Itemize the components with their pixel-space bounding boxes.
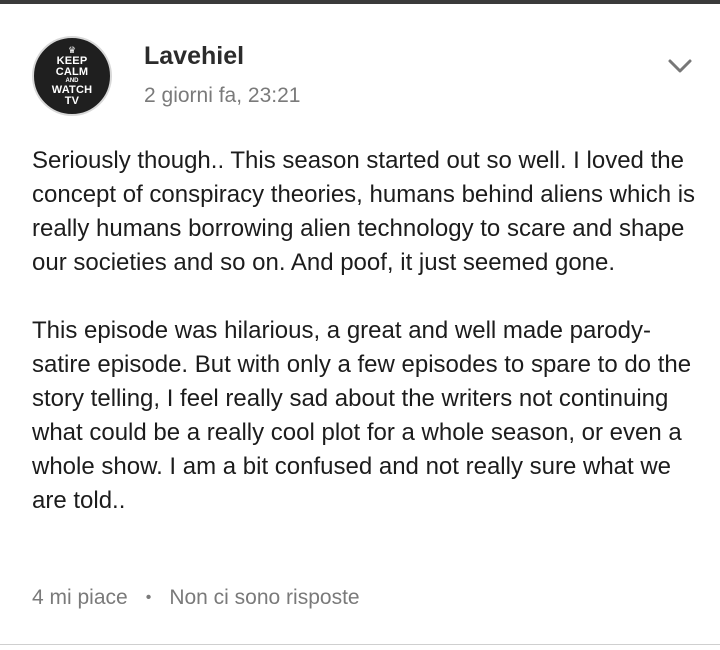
comment-body: Seriously though.. This season started o… (32, 144, 697, 518)
chevron-down-icon (668, 59, 692, 73)
separator-dot: • (145, 589, 152, 606)
avatar[interactable]: ♛ KEEP CALM AND WATCH TV (32, 36, 112, 116)
replies-link[interactable]: Non ci sono risposte (169, 586, 359, 610)
comment-paragraph: Seriously though.. This season started o… (32, 147, 696, 276)
comment-card: ♛ KEEP CALM AND WATCH TV Lavehiel 2 gior… (0, 4, 720, 644)
avatar-text-calm: CALM (55, 65, 89, 78)
avatar-text-watch: WATCH (51, 83, 93, 96)
comment-paragraph: This episode was hilarious, a great and … (32, 317, 692, 514)
author-name[interactable]: Lavehiel (144, 42, 244, 71)
comment-menu-button[interactable] (662, 48, 698, 84)
avatar-text-tv: TV (64, 94, 80, 107)
bottom-divider (0, 644, 720, 645)
likes-count[interactable]: 4 mi piace (32, 586, 128, 610)
comment-timestamp: 2 giorni fa, 23:21 (144, 84, 301, 107)
crown-icon: ♛ (67, 44, 77, 55)
comment-footer: 4 mi piace • Non ci sono risposte (32, 586, 360, 610)
avatar-text-keep: KEEP (56, 54, 88, 67)
